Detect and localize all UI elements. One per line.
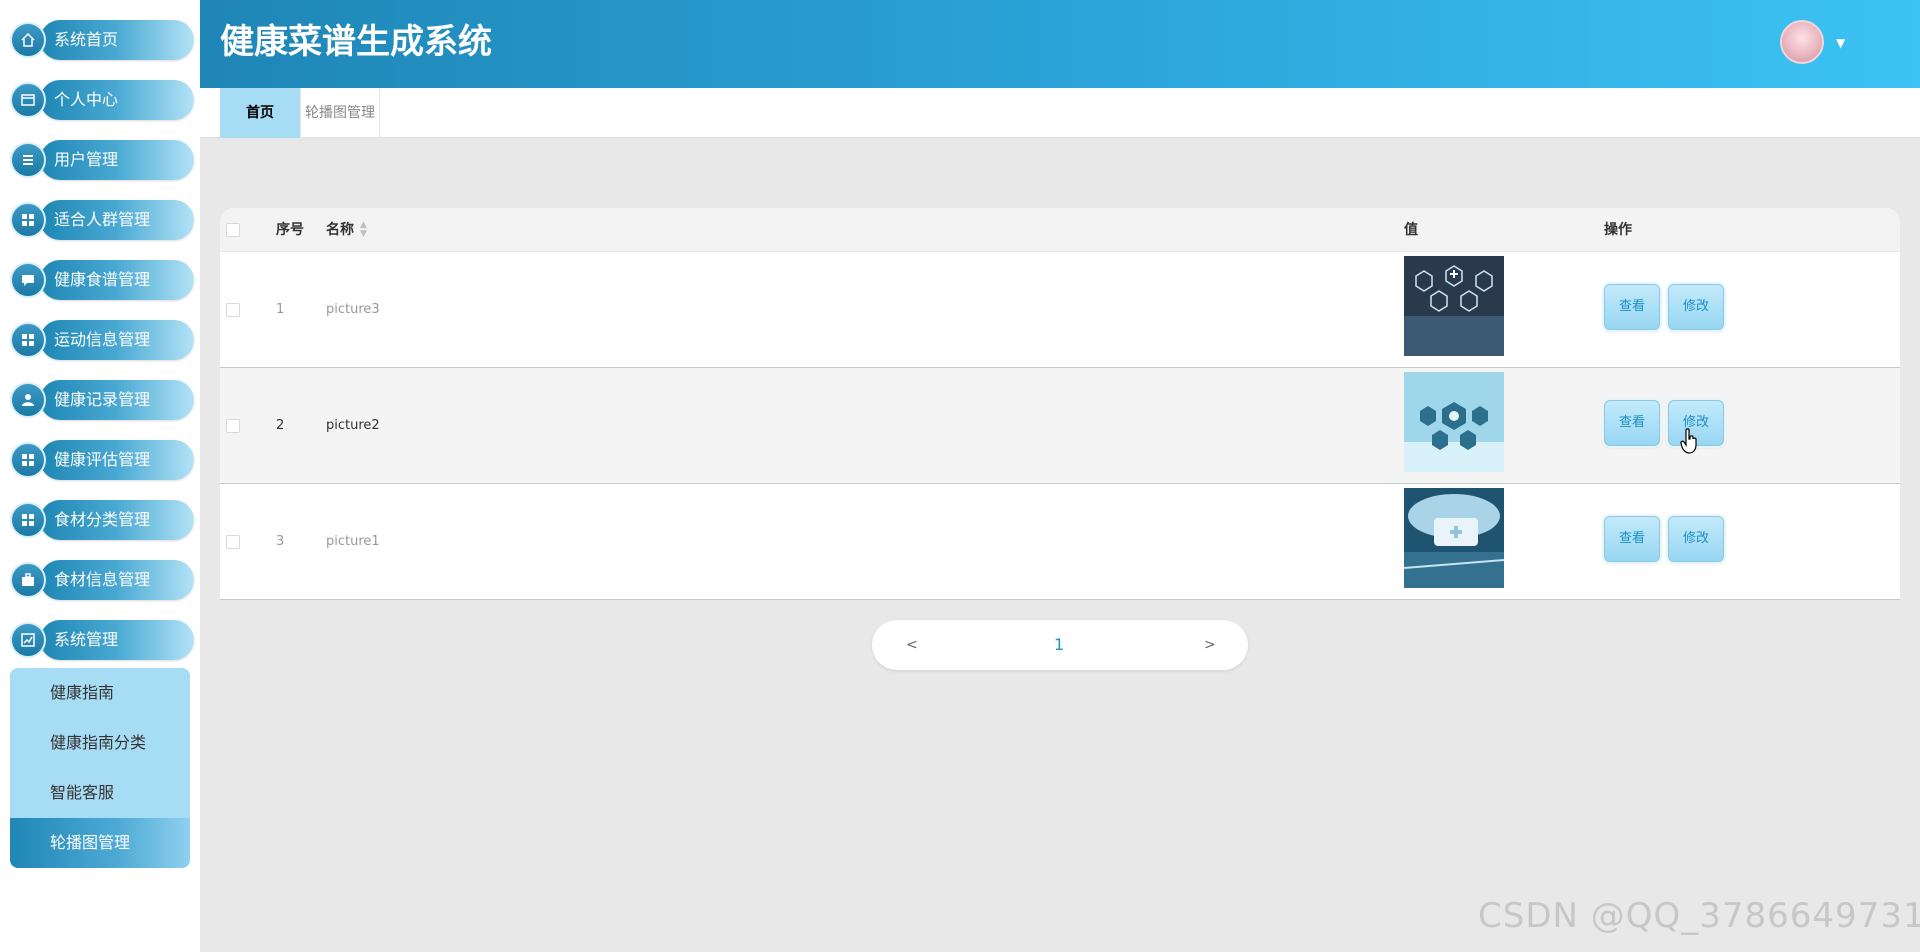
tab-banner-management[interactable]: 轮播图管理 [300,88,380,138]
sidebar-item-label: 健康记录管理 [54,390,151,409]
tab-home[interactable]: 首页 [220,88,300,138]
column-header-name-label: 名称 [326,222,354,238]
row-name: picture1 [326,534,380,549]
sidebar-item-label: 运动信息管理 [54,330,151,349]
sidebar-item-assessment[interactable]: 健康评估管理 [10,440,194,480]
list-icon [10,142,46,178]
row-image [1404,488,1504,588]
sidebar-item-target-groups[interactable]: 适合人群管理 [10,200,194,240]
watermark: CSDN @QQ_3786649731 [1478,896,1920,936]
row-checkbox[interactable] [226,419,240,433]
view-button[interactable]: 查看 [1604,400,1660,446]
sidebar-item-label: 健康食谱管理 [54,270,151,289]
briefcase-icon [10,562,46,598]
select-all-checkbox[interactable] [226,223,240,237]
row-name: picture2 [326,418,380,433]
sidebar-item-label: 食材信息管理 [54,570,151,589]
pagination: < 1 > [872,620,1248,670]
sidebar: 系统首页 个人中心 用户管理 适合人群管理 健康食谱管理 运动信息管理 健康记录… [0,0,200,952]
row-checkbox[interactable] [226,303,240,317]
column-header-name[interactable]: 名称 ▲ ▼ [326,208,367,252]
table-row: 2 picture2 查看 修改 [220,368,1900,484]
edit-button[interactable]: 修改 [1668,284,1724,330]
sidebar-item-label: 适合人群管理 [54,210,151,229]
grid-icon [10,202,46,238]
profile-card-icon [10,82,46,118]
view-button[interactable]: 查看 [1604,516,1660,562]
sidebar-item-label: 食材分类管理 [54,510,151,529]
sidebar-item-health-records[interactable]: 健康记录管理 [10,380,194,420]
column-header-actions: 操作 [1604,222,1632,238]
sidebar-item-recipes[interactable]: 健康食谱管理 [10,260,194,300]
user-icon [10,382,46,418]
app-title: 健康菜谱生成系统 [220,22,492,62]
submenu-item-banner[interactable]: 轮播图管理 [10,818,190,868]
submenu-item-customer-service[interactable]: 智能客服 [10,768,190,818]
row-image [1404,256,1504,356]
table-row: 1 picture3 查看 修改 [220,252,1900,368]
data-table: 序号 名称 ▲ ▼ 值 操作 1 picture3 查看 修改 2 pictur… [220,208,1900,600]
sidebar-item-home[interactable]: 系统首页 [10,20,194,60]
submenu-item-guide-category[interactable]: 健康指南分类 [10,718,190,768]
grid-icon [10,322,46,358]
hand-cursor-icon [1680,428,1697,454]
prev-page-button[interactable]: < [906,620,918,670]
page-number-current[interactable]: 1 [1054,620,1064,670]
sidebar-item-label: 个人中心 [54,90,119,109]
table-row: 3 picture1 查看 修改 [220,484,1900,600]
sidebar-item-users[interactable]: 用户管理 [10,140,194,180]
row-index: 2 [276,418,285,433]
submenu-item-health-guide[interactable]: 健康指南 [10,668,190,718]
header: 健康菜谱生成系统 ▼ [200,0,1920,88]
sidebar-item-ingredient-category[interactable]: 食材分类管理 [10,500,194,540]
sidebar-item-profile[interactable]: 个人中心 [10,80,194,120]
edit-button[interactable]: 修改 [1668,516,1724,562]
row-index: 1 [276,302,285,317]
sidebar-item-exercise[interactable]: 运动信息管理 [10,320,194,360]
column-header-index: 序号 [276,222,304,238]
sidebar-item-ingredient-info[interactable]: 食材信息管理 [10,560,194,600]
grid-icon [10,502,46,538]
sidebar-item-label: 系统管理 [54,630,119,649]
table-header: 序号 名称 ▲ ▼ 值 操作 [220,208,1900,252]
chat-icon [10,262,46,298]
caret-down-icon[interactable]: ▼ [1836,36,1845,50]
next-page-button[interactable]: > [1204,620,1216,670]
row-image [1404,372,1504,472]
view-button[interactable]: 查看 [1604,284,1660,330]
sidebar-item-label: 健康评估管理 [54,450,151,469]
sidebar-item-label: 系统首页 [54,30,119,49]
system-submenu: 健康指南 健康指南分类 智能客服 轮播图管理 [10,668,190,868]
column-header-value: 值 [1404,222,1418,238]
row-name: picture3 [326,302,380,317]
sidebar-item-label: 用户管理 [54,150,119,169]
sort-icon[interactable]: ▲ ▼ [360,221,367,239]
sidebar-item-system[interactable]: 系统管理 [10,620,194,660]
chart-icon [10,622,46,658]
row-checkbox[interactable] [226,535,240,549]
home-icon [10,22,46,58]
avatar[interactable] [1780,20,1824,64]
grid-icon [10,442,46,478]
tab-bar: 首页 轮播图管理 [200,88,1920,138]
row-index: 3 [276,534,285,549]
